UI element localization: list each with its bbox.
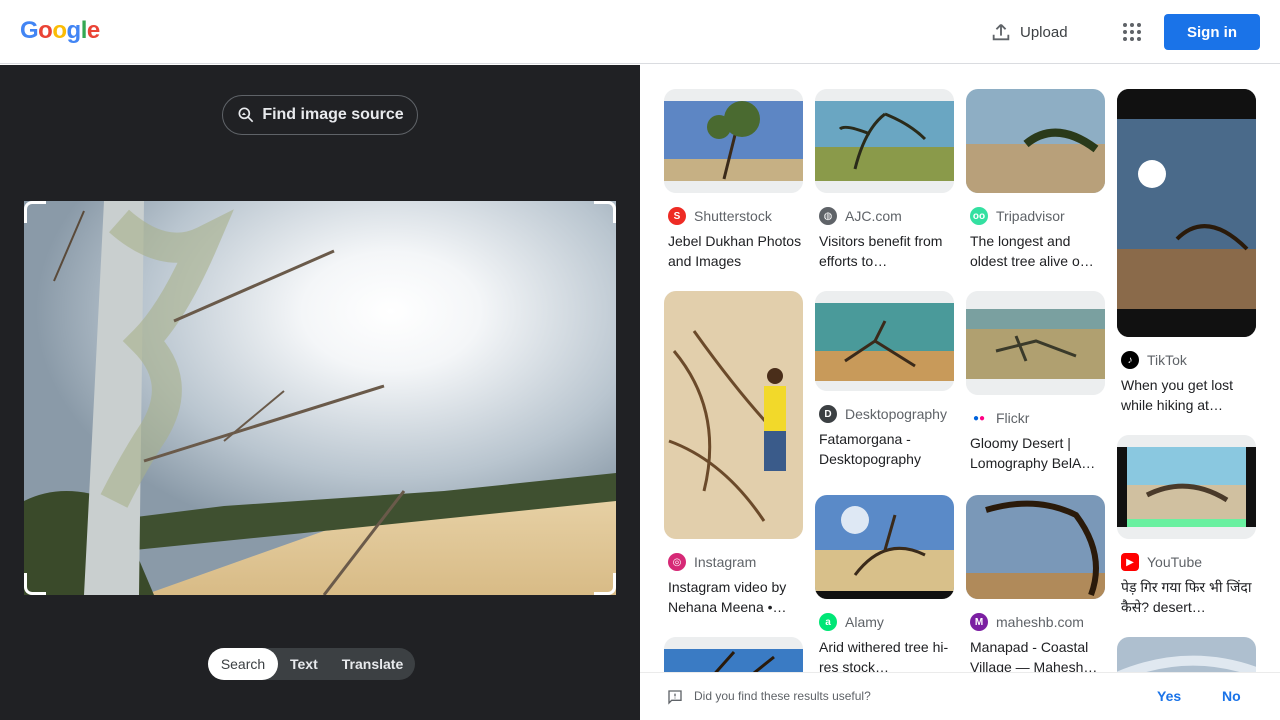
google-apps-icon[interactable] (1116, 16, 1148, 48)
alamy-icon: a (819, 613, 837, 631)
maheshb-icon: M (970, 613, 988, 631)
result-source: TikTok (1147, 352, 1187, 368)
result-thumbnail[interactable] (664, 89, 803, 193)
result-card[interactable]: D Desktopography Fatamorgana - Desktopogr… (815, 291, 954, 469)
result-title[interactable]: Arid withered tree hi-res stock… (815, 637, 954, 672)
result-card[interactable]: a Alamy Arid withered tree hi-res stock… (815, 495, 954, 672)
sign-in-button[interactable]: Sign in (1164, 14, 1260, 50)
result-thumbnail[interactable] (1117, 435, 1256, 539)
result-title[interactable]: The longest and oldest tree alive o… (966, 231, 1105, 271)
result-source: Shutterstock (694, 208, 772, 224)
result-card[interactable]: ◍ AJC.com Visitors benefit from efforts t… (815, 89, 954, 271)
result-card[interactable]: ● ● Flickr Gloomy Desert | Lomography BelA… (966, 291, 1105, 473)
image-search-icon (238, 107, 254, 123)
find-image-source-button[interactable]: Find image source (222, 95, 418, 135)
result-title[interactable]: Fatamorgana - Desktopography (815, 429, 954, 469)
result-source: maheshb.com (996, 614, 1084, 630)
tiktok-icon: ♪ (1121, 351, 1139, 369)
flickr-icon: ● ● (970, 409, 988, 427)
desktopography-icon: D (819, 405, 837, 423)
upload-icon (992, 24, 1010, 41)
instagram-icon: ◎ (668, 553, 686, 571)
result-thumbnail[interactable] (966, 495, 1105, 599)
shutterstock-icon: S (668, 207, 686, 225)
result-thumbnail[interactable] (815, 495, 954, 599)
find-image-source-label: Find image source (262, 106, 404, 123)
result-title[interactable]: Jebel Dukhan Photos and Images (664, 231, 803, 271)
result-source: Flickr (996, 410, 1030, 426)
result-card[interactable]: ▶ YouTube पेड़ गिर गया फिर भी जिंदा कैसे?… (1117, 435, 1256, 617)
result-thumbnail[interactable] (815, 291, 954, 391)
youtube-icon: ▶ (1121, 553, 1139, 571)
result-card[interactable] (664, 637, 803, 672)
result-card[interactable] (1117, 637, 1256, 672)
result-source: Desktopography (845, 406, 947, 422)
result-card[interactable]: ♪ TikTok When you get lost while hiking a… (1117, 89, 1256, 415)
tab-search[interactable]: Search (208, 648, 278, 680)
result-source: Alamy (845, 614, 884, 630)
tripadvisor-icon: oo (970, 207, 988, 225)
result-card[interactable]: S Shutterstock Jebel Dukhan Photos and Im… (664, 89, 803, 271)
feedback-yes-button[interactable]: Yes (1157, 688, 1181, 704)
result-title[interactable]: Instagram video by Nehana Meena •… (664, 577, 803, 617)
result-source: AJC.com (845, 208, 902, 224)
result-title[interactable]: Visitors benefit from efforts to… (815, 231, 954, 271)
result-thumbnail[interactable] (664, 637, 803, 672)
result-thumbnail[interactable] (966, 291, 1105, 395)
lens-mode-tabs: Search Text Translate (208, 648, 416, 680)
google-logo[interactable]: Google (20, 17, 100, 45)
result-card[interactable]: Mmaheshb.com Manapad - Coastal Village —… (966, 495, 1105, 672)
feedback-no-button[interactable]: No (1222, 688, 1241, 704)
result-title[interactable]: Manapad - Coastal Village — Mahesh… (966, 637, 1105, 672)
globe-icon: ◍ (819, 207, 837, 225)
crop-handle-top-right[interactable] (594, 201, 616, 223)
result-source: Instagram (694, 554, 757, 570)
result-thumbnail[interactable] (966, 89, 1105, 193)
upload-button[interactable]: Upload (990, 18, 1068, 46)
result-source: YouTube (1147, 554, 1203, 570)
result-card[interactable]: ◎ Instagram Instagram video by Nehana Mee… (664, 291, 803, 617)
result-thumbnail[interactable] (1117, 89, 1256, 337)
feedback-icon (668, 690, 682, 705)
result-title[interactable]: Gloomy Desert | Lomography BelA… (966, 433, 1105, 473)
result-title[interactable]: पेड़ गिर गया फिर भी जिंदा कैसे? desert… (1117, 577, 1256, 617)
visual-matches-panel: S Shutterstock Jebel Dukhan Photos and Im… (640, 65, 1280, 672)
feedback-question: Did you find these results useful? (694, 689, 871, 703)
upload-label: Upload (1020, 23, 1068, 41)
query-panel: Find image source Search Text Translate (0, 65, 640, 720)
query-image[interactable] (24, 201, 616, 595)
result-source: Tripadvisor (996, 208, 1065, 224)
result-thumbnail[interactable] (1117, 637, 1256, 672)
top-header: Google Upload Sign in (0, 0, 1280, 64)
result-title[interactable]: When you get lost while hiking at… (1117, 375, 1256, 415)
tab-translate[interactable]: Translate (330, 648, 415, 680)
crop-handle-top-left[interactable] (24, 201, 46, 223)
result-card[interactable]: oo Tripadvisor The longest and oldest tre… (966, 89, 1105, 271)
tab-text[interactable]: Text (278, 648, 330, 680)
crop-handle-bottom-left[interactable] (24, 573, 46, 595)
crop-handle-bottom-right[interactable] (594, 573, 616, 595)
result-thumbnail[interactable] (664, 291, 803, 539)
result-thumbnail[interactable] (815, 89, 954, 193)
feedback-bar: Did you find these results useful? Yes N… (640, 672, 1280, 720)
